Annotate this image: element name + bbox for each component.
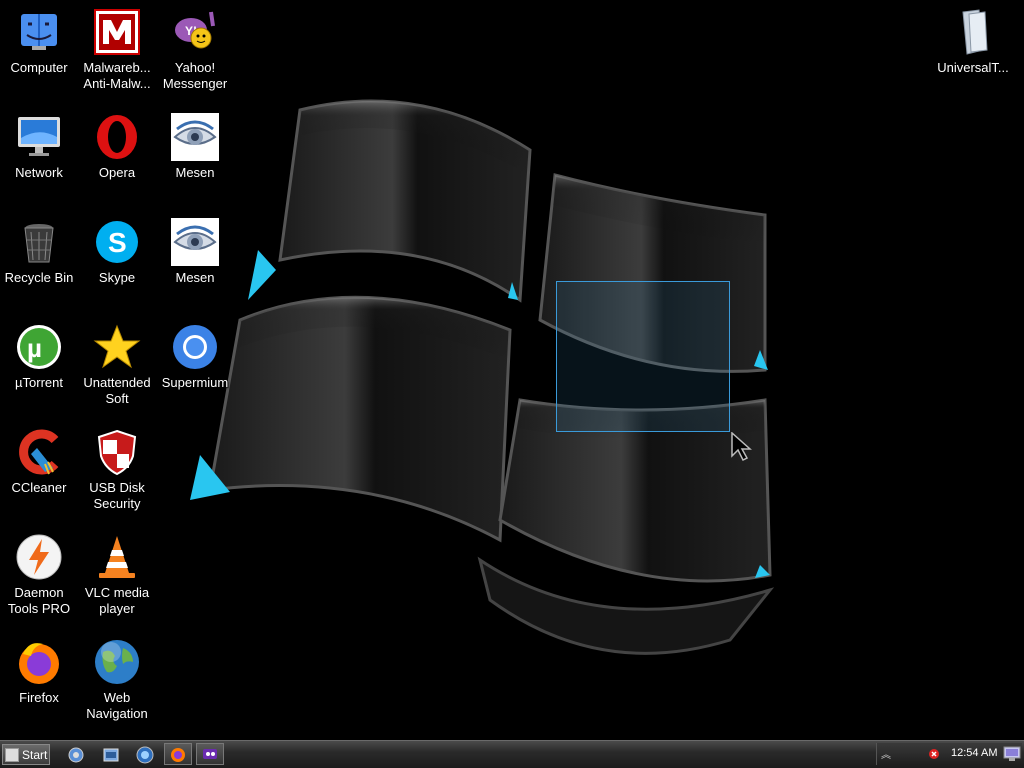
daemon-tools-icon	[16, 534, 62, 580]
desktop-icon-label: Malwareb... Anti-Malw...	[83, 60, 151, 91]
desktop-icon-firefox[interactable]: Firefox	[0, 638, 78, 706]
desktop-icon-skype[interactable]: S Skype	[78, 218, 156, 286]
svg-text:S: S	[108, 227, 127, 258]
start-icon	[5, 747, 19, 762]
selection-rectangle	[556, 281, 730, 432]
start-label: Start	[22, 747, 48, 762]
desktop-icon-label: µTorrent	[15, 375, 63, 390]
desktop-icon-computer[interactable]: Computer	[0, 8, 78, 76]
show-desktop-icon[interactable]	[1003, 745, 1021, 763]
supermium-icon	[173, 325, 217, 369]
desktop-icon-label: Network	[15, 165, 63, 180]
tray-error-icon[interactable]	[929, 749, 939, 759]
vlc-cone-icon	[99, 536, 135, 578]
desktop-icon-label: Opera	[98, 165, 136, 180]
quicklaunch-desktop-icon[interactable]	[66, 745, 86, 765]
desktop-icon-label: Mesen	[175, 270, 215, 285]
malwarebytes-icon	[94, 9, 140, 55]
opera-icon	[97, 115, 137, 159]
firefox-icon	[171, 748, 185, 762]
desktop-icon-label: Recycle Bin	[4, 270, 74, 285]
system-tray: ︽ 12:54 AM	[876, 743, 1022, 765]
mesen-icon	[171, 218, 219, 266]
desktop-icon-label: Skype	[98, 270, 136, 285]
desktop-icon-supermium[interactable]: Supermium	[156, 323, 234, 391]
folder-icon	[962, 9, 988, 55]
desktop-icon-unattended-soft[interactable]: Unattended Soft	[78, 323, 156, 407]
clock[interactable]: 12:54 AM	[951, 747, 997, 759]
desktop-icon-label: Unattended Soft	[83, 375, 151, 406]
globe-icon	[95, 640, 139, 684]
shield-icon	[97, 429, 137, 476]
desktop-icon-mesen-1[interactable]: Mesen	[156, 113, 234, 181]
desktop-icon-utorrent[interactable]: µ µTorrent	[0, 323, 78, 391]
desktop-icon-label: Supermium	[161, 375, 229, 390]
desktop-icon-ccleaner[interactable]: CCleaner	[0, 428, 78, 496]
app-icon	[203, 749, 217, 759]
mesen-icon	[171, 113, 219, 161]
mouse-cursor-icon	[731, 432, 752, 462]
desktop-icon-label: Web Navigation	[86, 690, 148, 721]
yahoo-messenger-icon: Y!	[175, 11, 215, 49]
desktop-icon-daemon-tools[interactable]: Daemon Tools PRO	[0, 533, 78, 617]
desktop-icon-opera[interactable]: Opera	[78, 113, 156, 181]
network-icon	[18, 117, 60, 156]
svg-text:µ: µ	[27, 333, 42, 363]
desktop-icon-label: USB Disk Security	[89, 480, 145, 511]
desktop-icon-label: Daemon Tools PRO	[7, 585, 71, 616]
quicklaunch-explorer-icon[interactable]	[101, 745, 121, 765]
firefox-icon	[19, 643, 59, 684]
desktop-icon-label: Yahoo! Messenger	[162, 60, 228, 91]
desktop[interactable]: Computer Malwareb... Anti-Malw... Y! Yah…	[0, 0, 1024, 740]
skype-icon: S	[96, 221, 138, 263]
ccleaner-icon	[19, 429, 59, 475]
start-button[interactable]: Start	[2, 744, 50, 765]
star-icon	[93, 324, 141, 369]
desktop-icon-label: CCleaner	[11, 480, 67, 495]
desktop-icon-label: UniversalT...	[937, 60, 1009, 75]
desktop-icon-label: Firefox	[19, 690, 59, 705]
desktop-icon-label: Computer	[10, 60, 68, 75]
desktop-icon-label: VLC media player	[84, 585, 150, 616]
taskbar-app-button[interactable]	[196, 743, 224, 765]
desktop-icon-recycle-bin[interactable]: Recycle Bin	[0, 218, 78, 286]
desktop-icon-malwarebytes[interactable]: Malwareb... Anti-Malw...	[78, 8, 156, 92]
desktop-icon-web-navigation[interactable]: Web Navigation	[78, 638, 156, 722]
taskbar: Start ︽ 12:54 AM	[0, 740, 1024, 768]
recycle-bin-icon	[24, 224, 54, 263]
tray-expand-icon[interactable]: ︽	[881, 746, 891, 761]
desktop-icon-universal-theme[interactable]: UniversalT...	[934, 8, 1012, 76]
desktop-icon-usb-disk-security[interactable]: USB Disk Security	[78, 428, 156, 512]
desktop-icon-label: Mesen	[175, 165, 215, 180]
quicklaunch-browser-icon[interactable]	[135, 745, 155, 765]
utorrent-icon: µ	[17, 325, 61, 369]
desktop-icon-network[interactable]: Network	[0, 113, 78, 181]
desktop-icon-vlc[interactable]: VLC media player	[78, 533, 156, 617]
taskbar-firefox-button[interactable]	[164, 743, 192, 765]
computer-icon	[21, 14, 57, 50]
desktop-icon-mesen-2[interactable]: Mesen	[156, 218, 234, 286]
desktop-icon-yahoo-messenger[interactable]: Y! Yahoo! Messenger	[156, 8, 234, 92]
